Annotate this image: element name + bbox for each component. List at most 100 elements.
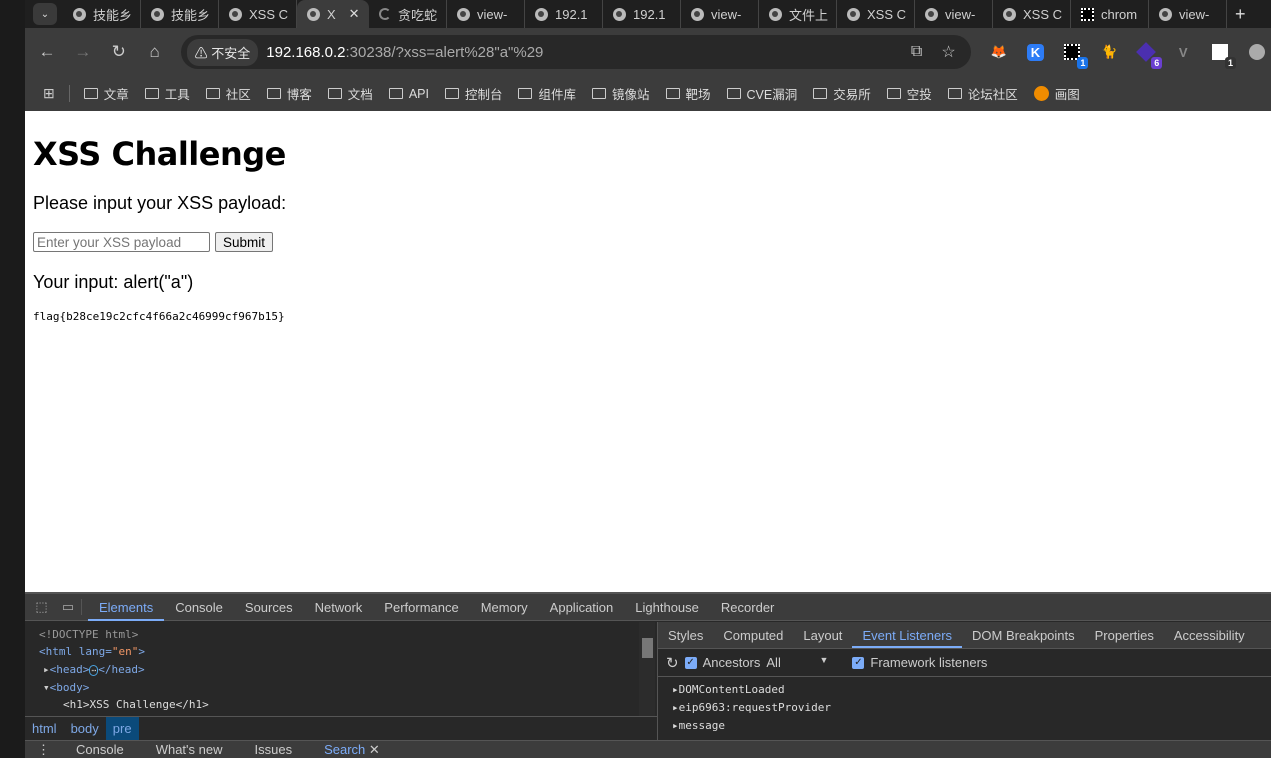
devtools-tab-performance[interactable]: Performance bbox=[373, 594, 469, 621]
bookmark-folder[interactable]: 工具 bbox=[144, 84, 190, 103]
dom-h1[interactable]: <h1>XSS Challenge</h1> bbox=[39, 696, 655, 713]
browser-tab[interactable]: view- bbox=[1149, 0, 1227, 28]
bookmark-folder[interactable]: 空投 bbox=[886, 84, 932, 103]
drawer-tab[interactable]: What's new bbox=[140, 742, 239, 758]
browser-tab[interactable]: 192.1 bbox=[525, 0, 603, 28]
bookmark-folder[interactable]: API bbox=[388, 84, 429, 103]
ellipsis-icon[interactable]: ⋯ bbox=[89, 664, 99, 676]
dom-html[interactable]: <html lang="en"> bbox=[39, 643, 655, 660]
breadcrumb-item[interactable]: body bbox=[64, 717, 106, 740]
event-listener-item[interactable]: ▸eip6963:requestProvider bbox=[672, 699, 1271, 717]
page-content: XSS Challenge Please input your XSS payl… bbox=[25, 111, 1271, 592]
tab-title: view- bbox=[711, 6, 742, 22]
framework-listeners-checkbox[interactable]: ✓ bbox=[852, 656, 865, 669]
url-text[interactable]: 192.168.0.2:30238/?xss=alert%28"a"%29 bbox=[266, 44, 900, 61]
dom-head[interactable]: ▸<head> ⋯ </head> bbox=[39, 661, 655, 679]
browser-tab[interactable]: view- bbox=[447, 0, 525, 28]
device-toolbar-icon[interactable]: ▭ bbox=[55, 599, 82, 615]
bookmark-star-icon[interactable]: ☆ bbox=[933, 42, 965, 62]
listener-filter-select[interactable]: All ▼ bbox=[766, 655, 828, 670]
browser-tab[interactable]: XSS C bbox=[993, 0, 1071, 28]
sidebar-tab[interactable]: Computed bbox=[713, 622, 793, 648]
devtools-tab-network[interactable]: Network bbox=[304, 594, 374, 621]
bookmark-folder[interactable]: 靶场 bbox=[665, 84, 711, 103]
browser-tab[interactable]: 文件上 bbox=[759, 0, 837, 28]
bookmark-folder[interactable]: 文档 bbox=[327, 84, 373, 103]
sidebar-tab[interactable]: Event Listeners bbox=[852, 622, 963, 648]
browser-tab[interactable]: view- bbox=[915, 0, 993, 28]
breadcrumb-item[interactable]: html bbox=[25, 717, 64, 740]
translate-icon[interactable]: ⧉ bbox=[901, 43, 933, 61]
back-icon[interactable]: ← bbox=[29, 42, 65, 62]
dom-tree-scrollbar[interactable] bbox=[639, 622, 655, 716]
event-listener-item[interactable]: ▸DOMContentLoaded bbox=[672, 681, 1271, 699]
refresh-icon[interactable]: ↻ bbox=[666, 654, 679, 672]
tab-title: chrom bbox=[1101, 6, 1138, 22]
drawer-tab[interactable]: Console bbox=[60, 742, 140, 758]
drawer-menu-icon[interactable]: ⋮ bbox=[25, 742, 60, 758]
bookmark-folder[interactable]: 控制台 bbox=[444, 84, 502, 103]
bookmark-folder[interactable]: 组件库 bbox=[518, 84, 576, 103]
metamask-icon[interactable]: 🦊 bbox=[985, 41, 1013, 63]
sidebar-tab[interactable]: Styles bbox=[658, 622, 713, 648]
submit-button[interactable]: Submit bbox=[215, 232, 274, 252]
cat-extension-icon[interactable]: 🐈 bbox=[1095, 41, 1123, 63]
apps-grid-icon[interactable]: ⊞ bbox=[43, 85, 70, 102]
address-bar[interactable]: ⚠ 不安全 192.168.0.2:30238/?xss=alert%28"a"… bbox=[180, 35, 971, 69]
breadcrumb-item[interactable]: pre bbox=[105, 717, 139, 740]
new-tab-button[interactable]: + bbox=[1235, 4, 1246, 25]
devtools-tab-application[interactable]: Application bbox=[539, 594, 625, 621]
inspect-element-icon[interactable]: ⬚ bbox=[28, 599, 55, 615]
qr-extension-icon[interactable]: 1 bbox=[1058, 41, 1089, 69]
vue-extension-icon[interactable]: V bbox=[1169, 41, 1197, 63]
forward-icon[interactable]: → bbox=[65, 42, 101, 62]
sidebar-tab[interactable]: Properties bbox=[1085, 622, 1164, 648]
event-listener-item[interactable]: ▸message bbox=[672, 717, 1271, 735]
drawer-tab[interactable]: Search ✕ bbox=[308, 742, 396, 758]
browser-tab[interactable]: XSS C bbox=[837, 0, 915, 28]
expand-arrow-icon[interactable]: ▸ bbox=[43, 663, 50, 676]
bookmark-folder[interactable]: 论坛社区 bbox=[947, 84, 1018, 103]
bookmark-folder[interactable]: CVE漏洞 bbox=[726, 84, 797, 103]
purple-extension-icon[interactable]: 6 bbox=[1132, 41, 1163, 69]
dom-tree[interactable]: <!DOCTYPE html> <html lang="en"> ▸<head>… bbox=[25, 622, 655, 716]
drawer-tab[interactable]: Issues bbox=[239, 742, 309, 758]
profile-avatar[interactable] bbox=[1243, 41, 1271, 63]
devtools-tab-console[interactable]: Console bbox=[164, 594, 234, 621]
home-icon[interactable]: ⌂ bbox=[137, 42, 173, 62]
tab-search-button[interactable]: ⌄ bbox=[33, 3, 57, 25]
qr-code-extension-icon[interactable]: 1 bbox=[1206, 41, 1237, 69]
browser-tab[interactable]: 技能乡 bbox=[63, 0, 141, 28]
browser-tab[interactable]: chrom bbox=[1071, 0, 1149, 28]
bookmark-folder[interactable]: 交易所 bbox=[813, 84, 871, 103]
event-listener-list: ▸DOMContentLoaded ▸eip6963:requestProvide… bbox=[658, 677, 1271, 739]
sidebar-tab[interactable]: DOM Breakpoints bbox=[962, 622, 1085, 648]
devtools-tab-sources[interactable]: Sources bbox=[234, 594, 304, 621]
bookmark-huatu[interactable]: 画图 bbox=[1033, 84, 1080, 103]
k-extension-icon[interactable]: K bbox=[1022, 41, 1050, 63]
devtools-tab-recorder[interactable]: Recorder bbox=[710, 594, 785, 621]
close-icon[interactable]: ✕ bbox=[349, 6, 360, 22]
browser-tab[interactable]: 192.1 bbox=[603, 0, 681, 28]
payload-input[interactable] bbox=[33, 232, 210, 252]
collapse-arrow-icon[interactable]: ▾ bbox=[43, 681, 50, 694]
bookmark-folder[interactable]: 镜像站 bbox=[592, 84, 650, 103]
devtools-tab-lighthouse[interactable]: Lighthouse bbox=[624, 594, 710, 621]
reload-icon[interactable]: ↻ bbox=[101, 42, 137, 62]
devtools-tab-memory[interactable]: Memory bbox=[470, 594, 539, 621]
ancestors-checkbox[interactable]: ✓ bbox=[684, 656, 697, 669]
close-icon[interactable]: ✕ bbox=[365, 742, 380, 757]
browser-tab[interactable]: view- bbox=[681, 0, 759, 28]
dom-body[interactable]: ▾<body> bbox=[39, 679, 655, 696]
browser-tab[interactable]: X ✕ bbox=[297, 0, 369, 28]
browser-tab[interactable]: 贪吃蛇 bbox=[369, 0, 447, 28]
security-chip[interactable]: ⚠ 不安全 bbox=[186, 38, 259, 66]
devtools-tab-elements[interactable]: Elements bbox=[88, 594, 165, 621]
sidebar-tab[interactable]: Layout bbox=[793, 622, 852, 648]
sidebar-tab[interactable]: Accessibility bbox=[1164, 622, 1255, 648]
browser-tab[interactable]: 技能乡 bbox=[141, 0, 219, 28]
bookmark-folder[interactable]: 博客 bbox=[266, 84, 312, 103]
browser-tab[interactable]: XSS C bbox=[219, 0, 297, 28]
bookmark-folder[interactable]: 文章 bbox=[83, 84, 129, 103]
bookmark-folder[interactable]: 社区 bbox=[205, 84, 251, 103]
